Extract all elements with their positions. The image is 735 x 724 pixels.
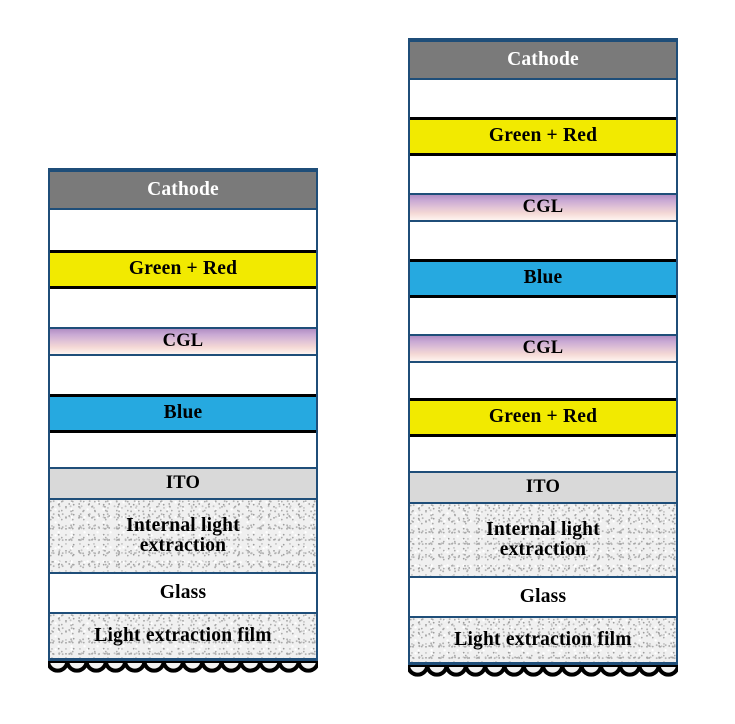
scallop-arc xyxy=(560,665,584,677)
scallop-arc xyxy=(656,665,678,677)
layer-label: ITO xyxy=(165,472,201,493)
scallop-texture-left xyxy=(48,661,318,673)
scallop-arc xyxy=(161,661,185,673)
scallop-arc xyxy=(65,661,89,673)
layer-label: Cathode xyxy=(147,178,219,200)
layer-right-9-spacer xyxy=(410,361,676,400)
scallop-arc xyxy=(463,665,488,677)
layer-label: Green + Red xyxy=(488,406,598,428)
layer-left-10-glass: Glass xyxy=(50,572,316,614)
layer-label: Light extraction film xyxy=(94,624,272,646)
layer-right-13-internal-light-extraction: Internal light extraction xyxy=(410,502,676,578)
scallop-arc xyxy=(618,665,642,677)
layer-right-12-ito: ITO xyxy=(410,471,676,504)
layer-label: Glass xyxy=(159,581,207,603)
scallop-arc xyxy=(142,661,166,673)
scallop-arc xyxy=(181,661,205,673)
layer-label: Internal light extraction xyxy=(486,518,600,560)
scallop-arc xyxy=(521,665,545,677)
layer-left-9-internal-light-extraction: Internal light extraction xyxy=(50,498,316,574)
scallop-arc xyxy=(598,665,623,677)
scallop-arc xyxy=(219,661,243,673)
layer-right-6-blue: Blue xyxy=(410,259,676,298)
layer-label: Internal light extraction xyxy=(126,514,240,556)
layer-label: Blue xyxy=(163,402,203,424)
layer-left-6-blue: Blue xyxy=(50,394,316,433)
layer-right-0-cathode: Cathode xyxy=(410,40,676,80)
layer-right-8-cgl: CGL xyxy=(410,334,676,363)
layer-right-7-spacer xyxy=(410,296,676,336)
scallop-arc xyxy=(579,665,603,677)
layer-right-2-green-plus-red: Green + Red xyxy=(410,117,676,156)
device-stack-right: Cathode Green + Red CGL Blue CGL Green + Red I… xyxy=(408,38,678,681)
layer-label: CGL xyxy=(162,330,204,351)
layer-left-0-cathode: Cathode xyxy=(50,170,316,210)
layer-column-left: Cathode Green + Red CGL Blue ITO Internal lig… xyxy=(48,168,318,662)
scallop-arc xyxy=(103,661,128,673)
device-stack-left: Cathode Green + Red CGL Blue ITO Internal lig… xyxy=(48,168,318,677)
layer-left-7-spacer xyxy=(50,431,316,469)
layer-left-4-cgl: CGL xyxy=(50,327,316,356)
scallop-arc xyxy=(483,665,507,677)
scallop-arc xyxy=(238,661,263,673)
scallop-arc xyxy=(425,665,449,677)
layer-label: ITO xyxy=(525,476,561,497)
scallop-arc xyxy=(48,661,70,673)
layer-right-15-light-extraction-film: Light extraction film xyxy=(410,616,676,664)
layer-label: Green + Red xyxy=(488,125,598,147)
scallop-arc xyxy=(444,665,468,677)
layer-label: CGL xyxy=(522,337,564,358)
layer-right-1-spacer xyxy=(410,78,676,119)
layer-left-1-spacer xyxy=(50,208,316,252)
layer-label: Blue xyxy=(523,267,563,289)
layer-right-14-glass: Glass xyxy=(410,576,676,618)
layer-left-8-ito: ITO xyxy=(50,467,316,500)
layer-label: Glass xyxy=(519,585,567,607)
scallop-arc xyxy=(637,665,661,677)
scallop-arc xyxy=(277,661,301,673)
scallop-arc xyxy=(258,661,282,673)
scallop-arc xyxy=(296,661,318,673)
layer-label: Cathode xyxy=(507,48,579,70)
layer-column-right: Cathode Green + Red CGL Blue CGL Green + Red I… xyxy=(408,38,678,666)
scallop-texture-right xyxy=(408,665,678,677)
scallop-arc xyxy=(123,661,147,673)
layer-right-10-green-plus-red: Green + Red xyxy=(410,398,676,437)
layer-right-11-spacer xyxy=(410,435,676,473)
layer-right-3-spacer xyxy=(410,154,676,195)
layer-label: CGL xyxy=(522,196,564,217)
scallop-arc xyxy=(541,665,565,677)
layer-left-2-green-plus-red: Green + Red xyxy=(50,250,316,289)
scallop-arc xyxy=(502,665,526,677)
layer-left-11-light-extraction-film: Light extraction film xyxy=(50,612,316,660)
layer-left-3-spacer xyxy=(50,287,316,329)
scallop-arc xyxy=(84,661,108,673)
layer-right-5-spacer xyxy=(410,220,676,261)
layer-left-5-spacer xyxy=(50,354,316,396)
layer-label: Green + Red xyxy=(128,258,238,280)
layer-right-4-cgl: CGL xyxy=(410,193,676,222)
scallop-arc xyxy=(408,665,430,677)
layer-label: Light extraction film xyxy=(454,628,632,650)
scallop-arc xyxy=(200,661,224,673)
